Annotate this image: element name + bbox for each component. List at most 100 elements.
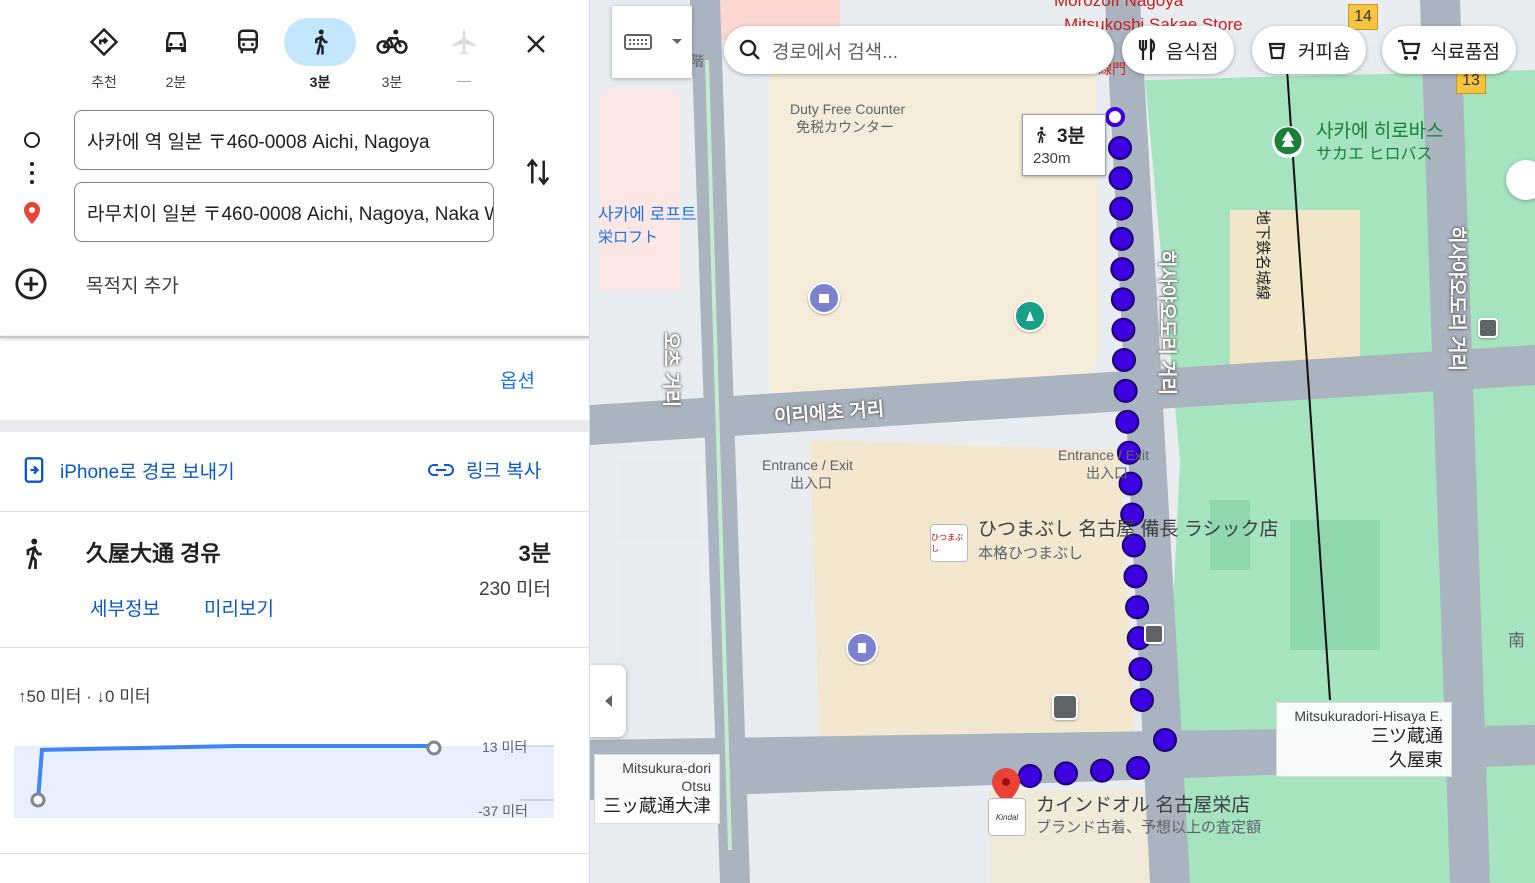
label-duty-free-jp: 免税カウンター xyxy=(796,119,894,135)
mode-drive-label: 2분 xyxy=(165,74,187,90)
label-kindal[interactable]: カインドオル 名古屋栄店 xyxy=(1036,795,1250,817)
route-dot xyxy=(1054,761,1078,786)
restaurant-icon xyxy=(1138,38,1156,60)
label-loft-ko[interactable]: 사카에 로프트 xyxy=(598,205,697,225)
send-to-phone-button[interactable]: iPhone로 경로 보내기 xyxy=(22,456,235,484)
keyboard-icon xyxy=(624,34,652,50)
origin-input[interactable]: 사카에 역 일본 〒460-0008 Aichi, Nagoya xyxy=(74,110,494,170)
route-dot xyxy=(1112,348,1136,372)
label-subway-line: 地下鉄名城線 xyxy=(1254,210,1271,301)
stop-2-jp-1: 三ツ蔵通 xyxy=(1371,726,1443,747)
route-dot xyxy=(1110,287,1135,312)
collapse-panel-button[interactable] xyxy=(590,665,626,737)
coffee-icon xyxy=(1268,42,1286,60)
stop-2-en: Mitsukuradori-Hisaya E. xyxy=(1294,708,1443,724)
map-canvas[interactable]: Morozoff Nagoya Mitsukoshi Sakae Store 1… xyxy=(590,0,1535,883)
road-label-hisaya-2: 히사야오도리 거리 xyxy=(1446,226,1467,372)
mode-flight-button[interactable]: — xyxy=(428,18,500,90)
route-dot xyxy=(1109,226,1134,251)
divider xyxy=(0,647,589,648)
stop-mitsukura-dori-otsu[interactable]: Mitsukura-dori Otsu 三ッ蔵通大津 xyxy=(594,754,720,824)
elevation-end-marker xyxy=(426,740,442,756)
chip-restaurants-label: 음식점 xyxy=(1166,41,1219,63)
divider xyxy=(0,511,589,512)
diamond-arrow-icon xyxy=(89,27,119,57)
route-dot xyxy=(1128,657,1153,682)
route-dot xyxy=(1130,688,1154,712)
chevron-down-icon xyxy=(672,39,682,44)
route-dot xyxy=(1125,595,1150,620)
cart-icon xyxy=(1398,39,1421,60)
restroom-icon xyxy=(1052,694,1078,720)
route-time-callout[interactable]: 3분 230m xyxy=(1022,114,1106,176)
options-button[interactable]: 옵션 xyxy=(500,366,535,393)
label-entrance-2-jp: 出入口 xyxy=(1086,465,1128,481)
chip-groceries-label: 식료품점 xyxy=(1430,41,1500,63)
mode-transit-button[interactable] xyxy=(212,18,284,90)
label-entrance-2-en: Entrance / Exit xyxy=(1058,447,1150,463)
stop-1-en: Mitsukura-dori xyxy=(622,760,711,776)
mode-best-button[interactable]: 추천 xyxy=(68,18,140,90)
mode-flight-label: — xyxy=(457,72,471,88)
directions-panel: 추천 2분 3분 3분 — 사카에 역 일본 〒460-0008 Aichi, … xyxy=(0,0,590,883)
walk-icon xyxy=(26,538,42,570)
copy-link-label: 링크 복사 xyxy=(466,461,542,482)
chip-restaurants[interactable]: 음식점 xyxy=(1122,26,1235,74)
shopping-poi-icon[interactable] xyxy=(846,632,878,664)
origin-marker xyxy=(1105,107,1125,127)
chip-cafes[interactable]: 커피숍 xyxy=(1252,26,1367,74)
route-connector-icon xyxy=(24,132,40,224)
label-loft-jp[interactable]: 栄ロフト xyxy=(598,229,658,247)
chip-groceries[interactable]: 식료품점 xyxy=(1382,26,1516,74)
route-details-link[interactable]: 세부정보 xyxy=(90,594,160,621)
route-dot xyxy=(1113,378,1138,403)
route-dot xyxy=(1110,257,1135,282)
kindal-logo-icon[interactable]: Kindal xyxy=(988,798,1026,836)
divider xyxy=(0,853,589,854)
send-to-phone-icon xyxy=(24,457,44,483)
search-icon xyxy=(739,39,760,60)
swap-origin-destination-button[interactable] xyxy=(516,150,560,194)
walk-icon xyxy=(1037,126,1046,143)
destination-input[interactable]: 라무치이 일본 〒460-0008 Aichi, Nagoya, Naka Wa… xyxy=(74,182,494,242)
route-dot xyxy=(1111,317,1136,342)
route-preview-link[interactable]: 미리보기 xyxy=(204,594,274,621)
input-tools-button[interactable] xyxy=(612,6,692,78)
send-to-phone-label: iPhone로 경로 보내기 xyxy=(60,461,235,483)
mode-walk-label: 3분 xyxy=(309,74,331,90)
elevation-chart xyxy=(14,740,554,818)
road-label-hisaya: 히사야오도리 거리 xyxy=(1156,250,1177,396)
label-hirobus-ko[interactable]: 사카에 히로바스 xyxy=(1316,121,1444,143)
park-poi-icon[interactable] xyxy=(1014,300,1046,332)
route-dot xyxy=(1153,728,1177,752)
elevation-start-marker xyxy=(30,792,46,808)
airplane-icon xyxy=(452,29,476,55)
label-hitsumabushi-sub: 本格ひつまぶし xyxy=(978,545,1084,562)
copy-link-button[interactable]: 링크 복사 xyxy=(428,456,541,483)
add-destination-button[interactable]: 목적지 추가 xyxy=(14,264,179,304)
mode-walk-button[interactable]: 3분 xyxy=(284,18,356,90)
route-distance: 230 미터 xyxy=(479,579,551,600)
label-morozoff: Morozoff Nagoya xyxy=(1054,0,1184,10)
label-hirobus-jp[interactable]: サカエ ヒロバス xyxy=(1316,146,1432,164)
travel-mode-bar: 추천 2분 3분 3분 — xyxy=(0,18,589,98)
label-hitsumabushi[interactable]: ひつまぶし 名古屋 備長 ラシック店 xyxy=(978,519,1278,541)
callout-time: 3분 xyxy=(1057,126,1086,147)
road-label-otsu: 오츠 거리 xyxy=(660,332,681,408)
hitsumabushi-logo-icon[interactable]: ひつまぶし xyxy=(930,524,968,562)
add-circle-icon xyxy=(15,268,47,300)
tree-poi-icon[interactable] xyxy=(1272,126,1304,158)
search-along-route-input[interactable]: 경로에서 검색... xyxy=(724,26,1114,74)
mode-bike-button[interactable]: 3분 xyxy=(356,18,428,90)
elevation-summary: ↑50 미터 · ↓0 미터 xyxy=(18,687,151,706)
mode-drive-button[interactable]: 2분 xyxy=(140,18,212,90)
car-icon xyxy=(166,32,186,52)
close-directions-button[interactable] xyxy=(514,24,558,64)
chevron-left-icon xyxy=(605,695,612,707)
label-entrance-1-jp: 出入口 xyxy=(790,475,832,491)
label-south: 南 xyxy=(1508,631,1525,650)
route-duration: 3분 xyxy=(518,541,551,566)
shopping-poi-icon[interactable] xyxy=(808,282,840,314)
bus-stop-icon xyxy=(1478,318,1498,338)
stop-mitsukuradori-hisaya[interactable]: Mitsukuradori-Hisaya E. 三ツ蔵通 久屋東 xyxy=(1276,702,1452,777)
